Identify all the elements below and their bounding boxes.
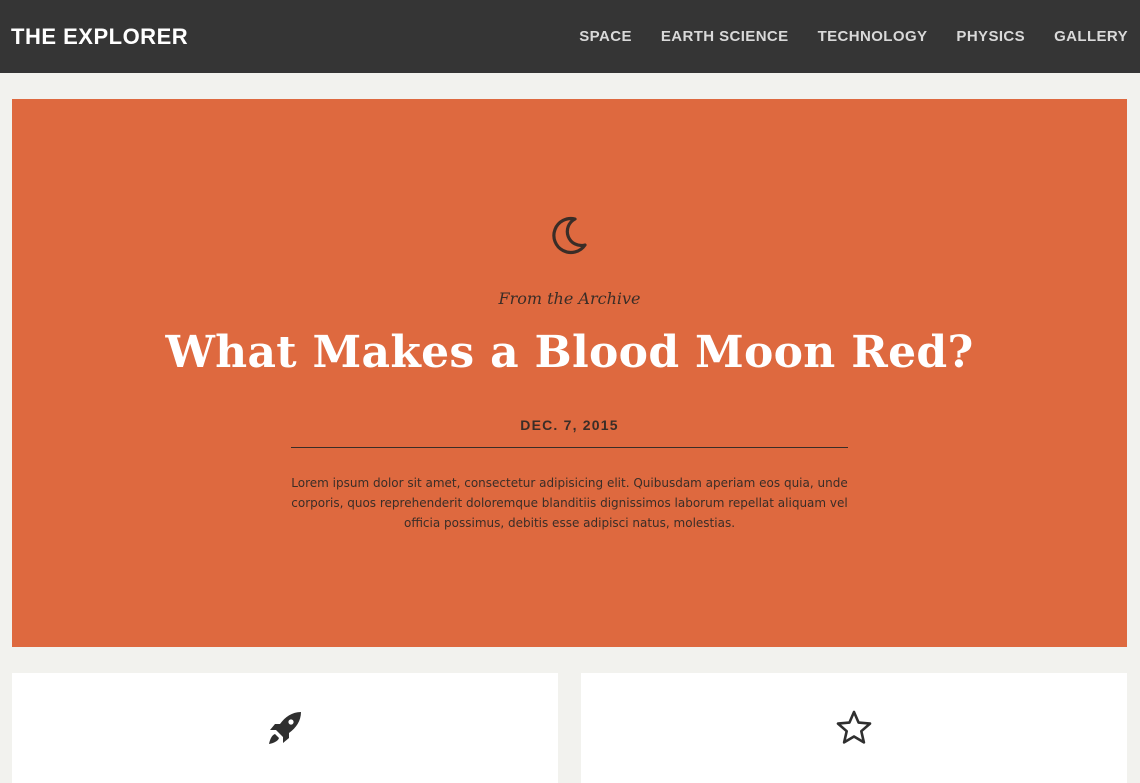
nav-link-earth-science[interactable]: EARTH SCIENCE bbox=[661, 28, 789, 45]
feature-card-star[interactable] bbox=[581, 673, 1127, 783]
star-icon bbox=[836, 710, 872, 744]
nav-link-space[interactable]: SPACE bbox=[579, 28, 632, 45]
hero-excerpt: Lorem ipsum dolor sit amet, consectetur … bbox=[291, 476, 848, 530]
site-brand[interactable]: THE EXPLORER bbox=[11, 24, 188, 50]
top-navigation-bar: THE EXPLORER SPACE EARTH SCIENCE TECHNOL… bbox=[0, 0, 1140, 73]
nav-link-gallery[interactable]: GALLERY bbox=[1054, 28, 1128, 45]
moon-icon bbox=[552, 216, 587, 255]
main-nav: SPACE EARTH SCIENCE TECHNOLOGY PHYSICS G… bbox=[550, 28, 1128, 45]
hero-feature[interactable]: From the Archive What Makes a Blood Moon… bbox=[12, 99, 1127, 647]
rocket-icon bbox=[269, 712, 301, 744]
hero-title[interactable]: What Makes a Blood Moon Red? bbox=[12, 327, 1127, 378]
feature-card-rocket[interactable] bbox=[12, 673, 558, 783]
hero-kicker: From the Archive bbox=[498, 289, 641, 308]
nav-link-technology[interactable]: TECHNOLOGY bbox=[818, 28, 928, 45]
hero-date: DEC. 7, 2015 bbox=[520, 417, 619, 433]
nav-link-physics[interactable]: PHYSICS bbox=[956, 28, 1025, 45]
hero-divider bbox=[291, 447, 848, 448]
